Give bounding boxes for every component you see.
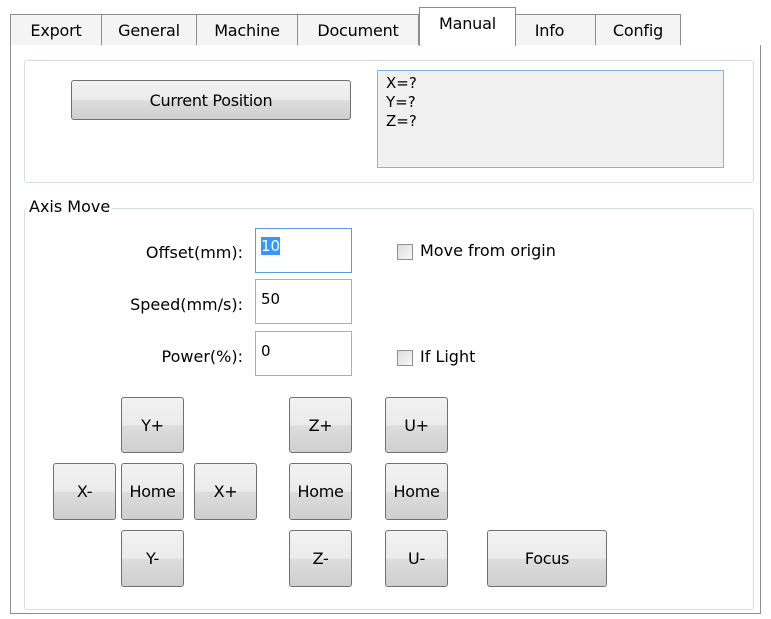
speed-input[interactable]: 50 [255, 279, 352, 324]
z-readout: Z=? [386, 112, 417, 130]
speed-label: Speed(mm/s): [130, 295, 243, 314]
button-label: Home [393, 482, 440, 501]
power-value: 0 [261, 342, 271, 360]
button-label: Z+ [308, 415, 333, 435]
tab-info[interactable]: Info [503, 14, 596, 45]
button-label: X- [76, 482, 93, 501]
u-plus-button[interactable]: U+ [385, 397, 448, 453]
current-position-button[interactable]: Current Position [71, 80, 351, 120]
power-input[interactable]: 0 [255, 331, 352, 376]
button-label: U- [408, 549, 425, 568]
offset-input[interactable]: 10 [255, 228, 352, 273]
button-label: Home [129, 482, 176, 501]
axis-move-title: Axis Move [27, 197, 113, 216]
offset-value: 10 [261, 237, 281, 255]
tab-config[interactable]: Config [595, 14, 681, 45]
button-label: Y- [145, 549, 160, 568]
tab-label: Document [317, 20, 399, 40]
power-label: Power(%): [161, 347, 243, 366]
z-minus-button[interactable]: Z- [289, 530, 352, 587]
tab-manual[interactable]: Manual [419, 7, 516, 46]
offset-label: Offset(mm): [145, 243, 243, 262]
speed-value: 50 [261, 290, 281, 308]
u-minus-button[interactable]: U- [385, 530, 448, 587]
u-home-button[interactable]: Home [385, 463, 448, 520]
x-minus-button[interactable]: X- [53, 463, 116, 520]
button-label: Z- [312, 549, 329, 568]
move-from-origin-checkbox[interactable] [397, 244, 413, 260]
x-readout: X=? [386, 74, 417, 92]
if-light-label: If Light [420, 347, 476, 366]
tab-document[interactable]: Document [297, 14, 419, 45]
button-label: X+ [213, 482, 238, 501]
button-label: Y+ [141, 415, 164, 435]
focus-button[interactable]: Focus [487, 530, 607, 587]
z-plus-button[interactable]: Z+ [289, 397, 352, 453]
tab-label: General [118, 20, 180, 40]
tab-general[interactable]: General [101, 14, 197, 45]
y-readout: Y=? [386, 93, 416, 111]
position-readout: X=? Y=? Z=? [377, 70, 724, 168]
tab-machine[interactable]: Machine [196, 14, 298, 45]
button-label: Current Position [149, 90, 273, 110]
xy-home-button[interactable]: Home [121, 463, 184, 520]
y-plus-button[interactable]: Y+ [121, 397, 184, 453]
tab-label: Machine [214, 20, 280, 40]
z-home-button[interactable]: Home [289, 463, 352, 520]
button-label: U+ [404, 415, 429, 435]
button-label: Home [297, 482, 344, 501]
tab-label: Manual [439, 14, 496, 33]
tab-export[interactable]: Export [10, 14, 102, 45]
if-light-checkbox[interactable] [397, 350, 413, 366]
x-plus-button[interactable]: X+ [194, 463, 257, 520]
tab-label: Config [612, 20, 664, 40]
tab-label: Export [30, 20, 82, 40]
y-minus-button[interactable]: Y- [121, 530, 184, 587]
button-label: Focus [524, 549, 570, 568]
move-from-origin-label: Move from origin [420, 241, 556, 260]
manual-tab-pane: Current Position X=? Y=? Z=? Axis Move O… [10, 45, 761, 614]
tab-label: Info [534, 20, 565, 40]
